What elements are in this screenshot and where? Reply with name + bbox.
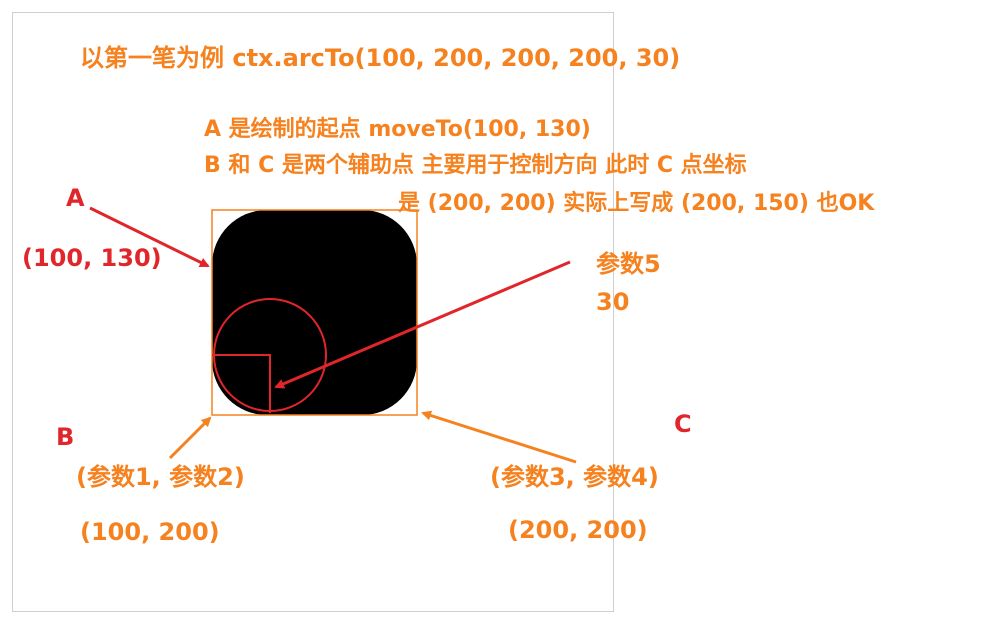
point-c-label: C <box>674 410 692 438</box>
point-c-coords: (200, 200) <box>508 516 648 544</box>
point-b-label: B <box>56 423 75 451</box>
diagram-title: 以第一笔为例 ctx.arcTo(100, 200, 200, 200, 30) <box>80 44 681 72</box>
point-a-label: A <box>66 184 85 212</box>
note-line-2: B 和 C 是两个辅助点 主要用于控制方向 此时 C 点坐标 <box>204 153 747 178</box>
point-c-params: (参数3, 参数4) <box>490 463 659 491</box>
rounded-shape <box>212 210 417 415</box>
radius-param-value: 30 <box>596 288 630 316</box>
point-b-coords: (100, 200) <box>80 518 220 546</box>
arrow-b <box>168 416 212 460</box>
point-b-params: (参数1, 参数2) <box>76 463 245 491</box>
note-line-3: 是 (200, 200) 实际上写成 (200, 150) 也OK <box>398 191 875 216</box>
point-a-coords: (100, 130) <box>22 244 162 272</box>
arrow-c <box>421 410 577 464</box>
note-line-1: A 是绘制的起点 moveTo(100, 130) <box>204 117 591 142</box>
radius-param-label: 参数5 <box>596 250 661 278</box>
